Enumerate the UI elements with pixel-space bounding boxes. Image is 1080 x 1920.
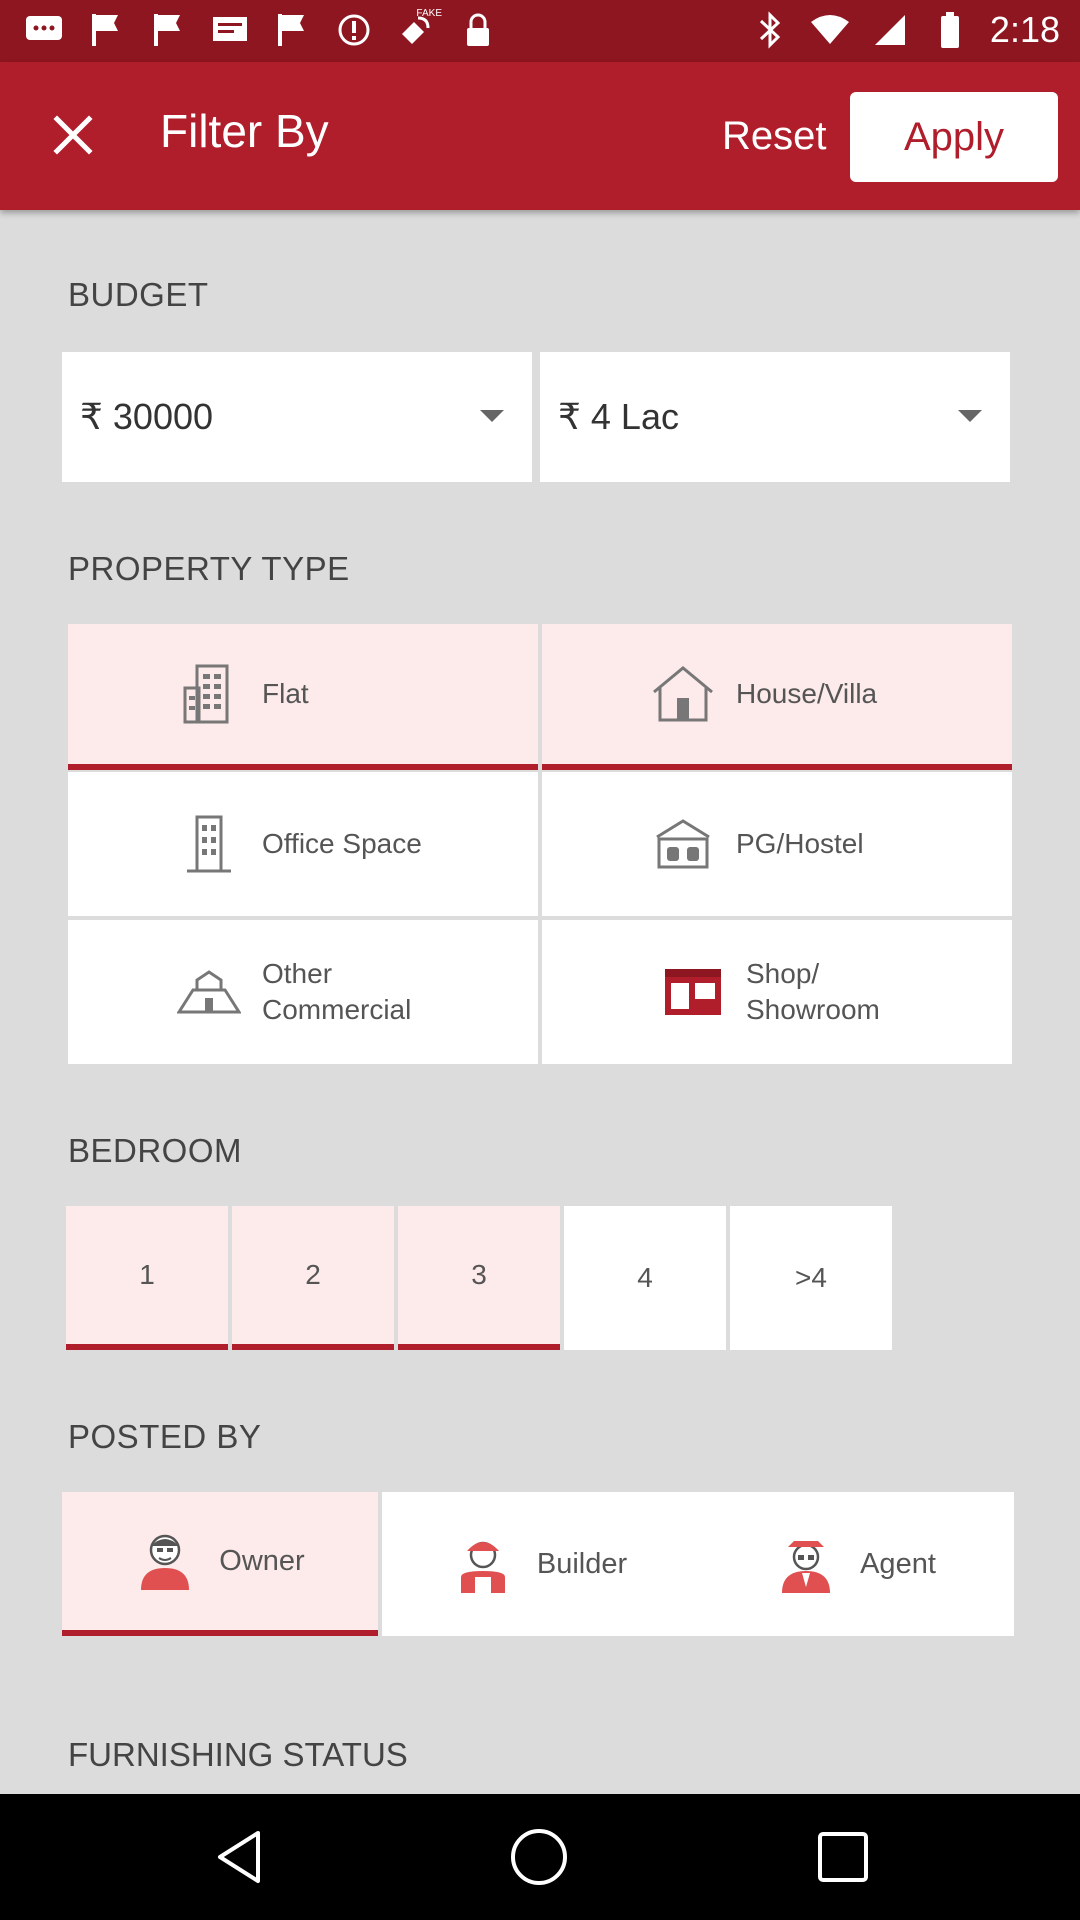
dropdown-arrow-icon bbox=[480, 410, 504, 422]
property-type-heading: PROPERTY TYPE bbox=[68, 550, 350, 587]
alert-icon bbox=[334, 8, 374, 52]
lock-icon bbox=[458, 8, 498, 52]
property-type-shop-showroom[interactable]: Shop/ Showroom bbox=[542, 920, 1012, 1064]
navigation-bar bbox=[0, 1794, 1080, 1920]
back-icon bbox=[218, 1831, 260, 1883]
posted-by-heading: POSTED BY bbox=[68, 1418, 262, 1455]
message-icon bbox=[210, 8, 250, 52]
agent-icon bbox=[782, 1541, 831, 1593]
property-type-pg-hostel[interactable]: PG/Hostel bbox=[542, 772, 1012, 916]
building-icon bbox=[174, 659, 244, 729]
bedroom-option-label: >4 bbox=[795, 1262, 827, 1293]
bedroom-heading: BEDROOM bbox=[68, 1132, 243, 1169]
bluetooth-icon bbox=[750, 8, 790, 52]
property-type-label: PG/Hostel bbox=[736, 828, 864, 859]
posted-by-owner[interactable]: Owner bbox=[62, 1492, 378, 1636]
app-bar: Filter By Reset Apply bbox=[0, 62, 1080, 210]
builder-icon bbox=[460, 1541, 505, 1593]
property-type-flat[interactable]: Flat bbox=[68, 624, 538, 770]
wifi-icon bbox=[810, 8, 850, 52]
recents-icon bbox=[818, 1832, 868, 1882]
posted-by-label: Owner bbox=[219, 1544, 305, 1577]
close-button[interactable] bbox=[40, 102, 106, 168]
property-type-office-space[interactable]: Office Space bbox=[68, 772, 538, 916]
posted-by-builder[interactable]: Builder bbox=[382, 1492, 698, 1636]
property-type-label: Other Commercial bbox=[262, 958, 412, 1025]
bedroom-option-more-than-4[interactable]: >4 bbox=[730, 1206, 892, 1350]
back-button[interactable] bbox=[206, 1824, 272, 1890]
recents-button[interactable] bbox=[810, 1824, 876, 1890]
reset-button[interactable]: Reset bbox=[722, 114, 827, 159]
bedroom-option-4[interactable]: 4 bbox=[564, 1206, 726, 1350]
bedroom-option-2[interactable]: 2 bbox=[232, 1206, 394, 1350]
dropdown-arrow-icon bbox=[958, 410, 982, 422]
signal-icon bbox=[870, 8, 910, 52]
budget-max-dropdown[interactable]: ₹ 4 Lac bbox=[540, 352, 1010, 482]
bedroom-option-label: 4 bbox=[637, 1262, 653, 1293]
fake-label: FAKE bbox=[416, 8, 442, 19]
commercial-icon bbox=[174, 957, 244, 1027]
owner-icon bbox=[141, 1534, 190, 1590]
posted-by-label: Builder bbox=[536, 1547, 628, 1580]
budget-min-dropdown[interactable]: ₹ 30000 bbox=[62, 352, 532, 482]
apply-button[interactable]: Apply bbox=[850, 92, 1058, 182]
house-icon bbox=[648, 659, 718, 729]
property-type-other-commercial[interactable]: Other Commercial bbox=[68, 920, 538, 1064]
posted-by-label: Agent bbox=[860, 1547, 936, 1580]
shop-icon bbox=[658, 957, 728, 1027]
property-type-label: Shop/ Showroom bbox=[746, 958, 880, 1025]
office-building-icon bbox=[174, 809, 244, 879]
flag-icon bbox=[86, 8, 126, 52]
fake-gps-icon: FAKE bbox=[396, 8, 442, 52]
flag-icon bbox=[148, 8, 188, 52]
property-type-label: House/Villa bbox=[736, 678, 878, 709]
chat-icon bbox=[24, 8, 64, 52]
battery-icon bbox=[930, 8, 970, 52]
property-type-label: Office Space bbox=[262, 828, 422, 859]
bedroom-option-1[interactable]: 1 bbox=[66, 1206, 228, 1350]
close-icon bbox=[53, 115, 93, 155]
property-type-label: Flat bbox=[262, 678, 309, 709]
budget-heading: BUDGET bbox=[68, 276, 209, 313]
bedroom-option-3[interactable]: 3 bbox=[398, 1206, 560, 1350]
home-button[interactable] bbox=[506, 1824, 572, 1890]
furnishing-section: FURNISHING STATUS bbox=[0, 1730, 1080, 1794]
furnishing-heading: FURNISHING STATUS bbox=[68, 1736, 408, 1773]
status-bar: FAKE 2:18 bbox=[0, 0, 1080, 62]
bedroom-option-label: 2 bbox=[305, 1259, 321, 1290]
hostel-icon bbox=[648, 809, 718, 879]
flag-icon bbox=[272, 8, 312, 52]
budget-min-value: ₹ 30000 bbox=[80, 396, 214, 437]
bedroom-option-label: 1 bbox=[139, 1259, 155, 1290]
clock: 2:18 bbox=[989, 9, 1060, 50]
home-icon bbox=[511, 1829, 567, 1885]
budget-max-value: ₹ 4 Lac bbox=[558, 396, 679, 437]
page-title: Filter By bbox=[160, 105, 329, 157]
property-type-house-villa[interactable]: House/Villa bbox=[542, 624, 1012, 770]
bedroom-option-label: 3 bbox=[471, 1259, 487, 1290]
posted-by-agent[interactable]: Agent bbox=[698, 1492, 1014, 1636]
